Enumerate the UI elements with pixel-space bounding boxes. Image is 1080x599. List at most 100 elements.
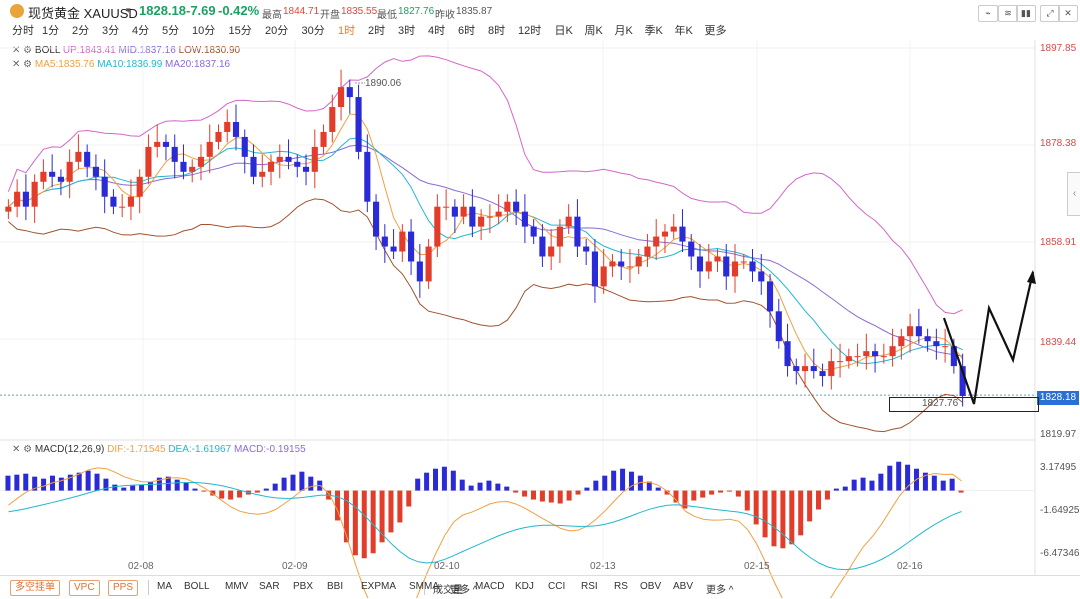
period-tab[interactable]: 2分 [72,22,89,38]
macd-bar [317,480,323,491]
chart-type-icon[interactable]: ≋ [998,5,1018,22]
candle-body [66,161,73,182]
period-tab[interactable]: 周K [585,22,603,38]
vpc-button[interactable]: VPC [69,580,100,596]
period-tab[interactable]: 月K [615,22,633,38]
period-tab[interactable]: 15分 [229,22,252,38]
period-tab[interactable]: 更多 [705,22,727,38]
symbol-selector[interactable]: 现货黄金 XAUUSD [28,3,138,22]
indicator-button[interactable]: RSI [581,581,598,592]
candle-body [854,356,861,358]
macd-bar [566,490,572,501]
indicator-button[interactable]: BBI [327,581,343,592]
macd-bar [14,474,20,491]
settings-icon[interactable]: ⚙ [23,59,32,70]
indicator-button[interactable]: SAR [259,581,280,592]
period-tab[interactable]: 日K [555,22,573,38]
indicator-button[interactable]: MMV [225,581,248,592]
settings-icon[interactable]: ⚙ [23,444,32,455]
close-boll-icon[interactable]: ✕ [12,45,20,56]
macd-bar [174,479,180,491]
pps-button[interactable]: PPS [108,580,139,596]
expand-icon[interactable]: ⤢ [1040,5,1060,22]
period-tab[interactable]: 5分 [162,22,179,38]
indicator-button[interactable]: ABV [673,581,693,592]
high-annotation: 1890.06 [365,78,402,89]
indicator-button[interactable]: 更多 ^ [706,581,733,596]
indicator-button[interactable]: RS [614,581,628,592]
chevron-down-icon[interactable]: ▾ [126,5,131,16]
macd-bar [637,475,643,491]
candle-body [845,356,852,362]
candle-body [84,151,91,167]
collapse-side-icon[interactable]: ‹ [1067,172,1080,216]
close-macd-icon[interactable]: ✕ [12,444,20,455]
candle-body [486,216,493,218]
ma10-line [8,137,963,365]
period-tab[interactable]: 8时 [488,22,505,38]
candle-body [267,161,275,172]
macd-bar [85,470,91,491]
candle-body [880,356,887,358]
period-tab[interactable]: 2时 [368,22,385,38]
indicator-button[interactable]: CCI [548,581,565,592]
period-tab[interactable]: 1分 [42,22,59,38]
boll-up: UP:1843.41 [62,45,116,56]
indicator-button[interactable]: MACD [475,581,504,592]
macd-bar [682,490,688,509]
ma5-value: MA5:1835.76 [34,59,95,70]
close-icon[interactable]: ✕ [1058,5,1078,22]
period-tab[interactable]: 分时 [12,22,34,38]
open-label: 开盘 [320,10,340,21]
candle-body [294,161,301,167]
macd-bar [504,486,510,491]
low-value: 1827.76 [398,6,435,17]
candle-body [731,261,739,277]
macd-dif: DIF:-1.71545 [107,444,166,455]
period-tab[interactable]: 季K [645,22,663,38]
period-tab[interactable]: 30分 [302,22,325,38]
indicator-button[interactable]: EXPMA [361,581,396,592]
macd-bar [201,490,207,492]
indicator-button[interactable]: PBX [293,581,313,592]
candle-body [460,206,467,217]
period-tab[interactable]: 6时 [458,22,475,38]
period-tab[interactable]: 20分 [265,22,288,38]
candle-body [565,216,572,227]
order-book-button[interactable]: 多空挂单 [10,580,60,596]
candle-body [381,236,388,247]
settings-icon[interactable]: ⚙ [23,45,32,56]
period-tab[interactable]: 3时 [398,22,415,38]
close-ma-icon[interactable]: ✕ [12,59,20,70]
candle-body [810,366,817,372]
draw-line-icon[interactable]: ⌁ [978,5,998,22]
period-tab[interactable]: 年K [675,22,693,38]
period-tab[interactable]: 10分 [192,22,215,38]
macd-bar [789,490,795,545]
candle-body [836,361,844,363]
price-tick: 1878.38 [1040,138,1077,149]
period-tab[interactable]: 4分 [132,22,149,38]
candle-body [127,196,135,207]
candle-body [959,366,966,396]
period-tab[interactable]: 1时 [338,22,355,38]
candle-body [276,156,283,162]
indicator-button[interactable]: OBV [640,581,661,592]
period-tab[interactable]: 3分 [102,22,119,38]
macd-bar [245,490,251,495]
candle-body [40,171,47,182]
ma5-line [8,113,964,371]
indicator-button[interactable]: 成交量 [433,581,463,596]
candle-style-icon[interactable]: ▮▮ [1016,5,1036,22]
period-tab[interactable]: 4时 [428,22,445,38]
macd-bar [593,480,599,491]
macd-bar [807,490,813,522]
macd-bar [130,485,136,491]
macd-bar [326,490,332,500]
price-chart[interactable] [0,0,1080,598]
indicator-button[interactable]: MA [157,581,172,592]
indicator-button[interactable]: BOLL [184,581,210,592]
indicator-button[interactable]: KDJ [515,581,534,592]
period-tab[interactable]: 12时 [518,22,541,38]
macd-bar [584,487,590,491]
